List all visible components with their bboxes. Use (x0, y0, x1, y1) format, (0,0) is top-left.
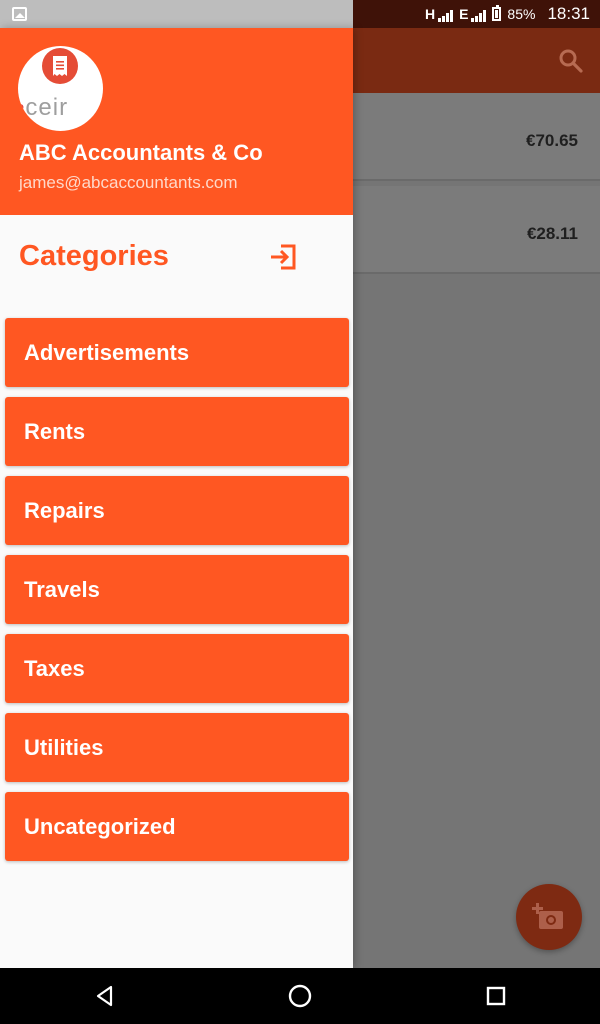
receipt-amount: €70.65 (526, 131, 578, 150)
clock: 18:31 (547, 4, 590, 23)
status-bar: H E 85% 18:31 (0, 0, 600, 28)
gallery-icon (12, 7, 27, 21)
category-utilities[interactable]: Utilities (5, 713, 349, 782)
navigation-drawer: •ceir ABC Accountants & Co james@abcacco… (0, 28, 353, 968)
category-uncategorized[interactable]: Uncategorized (5, 792, 349, 861)
category-rents[interactable]: Rents (5, 397, 349, 466)
category-travels[interactable]: Travels (5, 555, 349, 624)
category-advertisements[interactable]: Advertisements (5, 318, 349, 387)
home-icon (288, 984, 312, 1008)
category-list: Advertisements Rents Repairs Travels Tax… (5, 318, 349, 871)
back-button[interactable] (91, 982, 119, 1010)
recents-button[interactable] (482, 982, 510, 1010)
signal-icon: H (425, 6, 454, 22)
logout-icon (271, 244, 296, 270)
avatar[interactable]: •ceir (18, 46, 103, 131)
category-taxes[interactable]: Taxes (5, 634, 349, 703)
recents-icon (486, 986, 506, 1006)
logout-button[interactable] (266, 240, 300, 274)
battery-percent: 85% (507, 6, 536, 22)
account-name: ABC Accountants & Co (19, 140, 263, 165)
receipt-icon (42, 48, 78, 84)
drawer-header: •ceir ABC Accountants & Co james@abcacco… (0, 28, 353, 215)
signal-icon: E (459, 6, 487, 22)
logo: •ceir (18, 94, 69, 121)
category-repairs[interactable]: Repairs (5, 476, 349, 545)
receipt-amount: €28.11 (526, 224, 578, 243)
system-nav-bar (0, 968, 600, 1024)
add-photo-icon (532, 903, 563, 929)
categories-title: Categories (19, 240, 169, 272)
back-icon (96, 985, 113, 1007)
search-icon[interactable] (558, 48, 584, 74)
add-photo-button[interactable] (516, 884, 582, 950)
account-email: james@abcaccountants.com (19, 173, 238, 192)
home-button[interactable] (286, 982, 314, 1010)
battery-icon (492, 5, 502, 21)
